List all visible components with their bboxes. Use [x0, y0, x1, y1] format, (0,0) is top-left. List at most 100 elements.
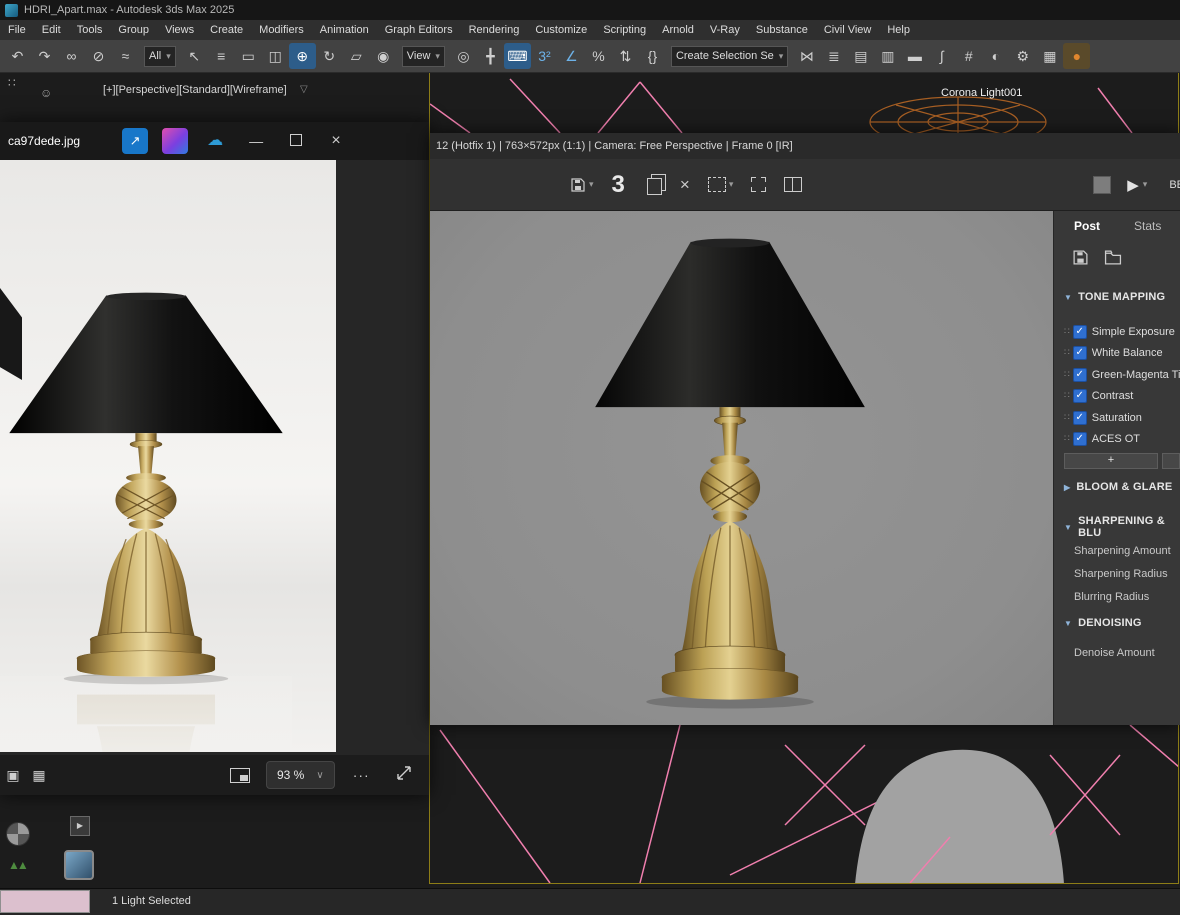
drag-grip-icon[interactable]	[1064, 347, 1070, 358]
select-and-rotate-icon[interactable]: ↻	[316, 43, 343, 69]
load-config-icon[interactable]	[1104, 249, 1122, 269]
snaps-toggle-icon[interactable]: 3²	[531, 43, 558, 69]
photos-titlebar[interactable]: ca97dede.jpg ↗ ☁ — ×	[0, 122, 429, 160]
menu-file[interactable]: File	[0, 20, 34, 40]
menu-graph-editors[interactable]: Graph Editors	[377, 20, 461, 40]
selection-filter-dropdown[interactable]: All ▾	[144, 45, 176, 67]
render-production-icon[interactable]: ●	[1063, 43, 1091, 69]
checkbox-checked-icon[interactable]	[1072, 324, 1087, 339]
ab-compare-icon[interactable]	[784, 177, 803, 192]
menu-civil-view[interactable]: Civil View	[816, 20, 879, 40]
select-by-name-icon[interactable]: ≡	[208, 43, 235, 69]
use-pivot-center-icon[interactable]: ◎	[450, 43, 477, 69]
navigation-wheel-icon[interactable]	[6, 822, 30, 846]
window-titlebar[interactable]: HDRI_Apart.max - Autodesk 3ds Max 2025	[0, 0, 1180, 20]
group-people-icon[interactable]: ☺	[40, 86, 52, 100]
checkbox-checked-icon[interactable]	[1072, 388, 1087, 403]
chevron-down-icon[interactable]: ▾	[1143, 179, 1148, 190]
percent-snap-icon[interactable]: %	[585, 43, 612, 69]
select-and-move-icon[interactable]: ⊕	[288, 43, 316, 69]
coord-system-dropdown[interactable]: View ▾	[401, 45, 445, 67]
photo-canvas[interactable]	[0, 160, 336, 752]
zoom-fit-icon[interactable]	[751, 177, 767, 192]
save-image-icon[interactable]: ▾	[570, 177, 594, 193]
vfb-titlebar[interactable]: 12 (Hotfix 1) | 763×572px (1:1) | Camera…	[430, 133, 1180, 160]
menu-edit[interactable]: Edit	[34, 20, 69, 40]
clear-vfb-icon[interactable]: ×	[680, 175, 690, 195]
menu-vray[interactable]: V-Ray	[702, 20, 748, 40]
drag-grip-icon[interactable]	[1064, 369, 1070, 380]
menu-rendering[interactable]: Rendering	[461, 20, 528, 40]
close-button[interactable]: ×	[316, 122, 356, 160]
checkbox-checked-icon[interactable]	[1072, 345, 1087, 360]
align-icon[interactable]: ≣	[820, 43, 847, 69]
section-bloom-glare[interactable]: ▶ BLOOM & GLARE	[1054, 481, 1180, 493]
menu-customize[interactable]: Customize	[527, 20, 595, 40]
drag-grip-icon[interactable]	[1064, 433, 1070, 444]
vfb-render-canvas[interactable]	[430, 211, 1053, 725]
curve-editor-icon[interactable]: ∫	[928, 43, 955, 69]
drag-grip-icon[interactable]	[1064, 390, 1070, 401]
checkbox-checked-icon[interactable]	[1072, 431, 1087, 446]
drag-grip-icon[interactable]	[1064, 326, 1070, 337]
tone-mapping-item[interactable]: ACES OT	[1054, 430, 1180, 447]
filmstrip-icon[interactable]: ▦	[26, 767, 52, 784]
play-box-icon[interactable]: ▶	[70, 816, 90, 836]
tone-mapping-item[interactable]: White Balance	[1054, 344, 1180, 361]
minimize-button[interactable]: —	[236, 122, 276, 160]
menu-substance[interactable]: Substance	[748, 20, 816, 40]
render-setup-icon[interactable]: ⚙	[1009, 43, 1036, 69]
unlink-selection-icon[interactable]: ⊘	[85, 43, 112, 69]
tone-mapping-item[interactable]: Contrast	[1054, 387, 1180, 404]
fullscreen-icon[interactable]	[396, 765, 412, 786]
ribbon-icon[interactable]: ▬	[901, 43, 928, 69]
select-and-place-icon[interactable]: ◉	[370, 43, 397, 69]
gallery-icon[interactable]: ▣	[0, 767, 26, 784]
named-selection-dropdown[interactable]: Create Selection Se ▾	[670, 45, 789, 67]
viewport-label[interactable]: [+][Perspective][Standard][Wireframe]	[103, 84, 287, 96]
section-denoising[interactable]: ▼ DENOISING	[1054, 617, 1180, 629]
material-editor-icon[interactable]: ◐	[982, 43, 1009, 69]
angle-snap-icon[interactable]: ∠	[558, 43, 585, 69]
region-render-icon[interactable]: ▾	[707, 177, 733, 192]
copy-image-icon[interactable]	[646, 178, 662, 195]
menu-modifiers[interactable]: Modifiers	[251, 20, 312, 40]
section-tone-mapping[interactable]: ▼ TONE MAPPING	[1054, 291, 1180, 303]
layer-explorer-icon[interactable]: ▥	[874, 43, 901, 69]
color-swatch[interactable]	[0, 890, 90, 913]
named-selection-sets-icon[interactable]: {}	[639, 43, 666, 69]
stop-render-icon[interactable]	[1093, 175, 1112, 194]
checkbox-checked-icon[interactable]	[1072, 410, 1087, 425]
add-operator-side-button[interactable]	[1162, 453, 1180, 469]
picture-in-picture-icon[interactable]	[230, 767, 250, 783]
onedrive-icon[interactable]: ☁	[202, 128, 228, 154]
window-crossing-icon[interactable]: ◫	[262, 43, 289, 69]
grid-dots-icon[interactable]: ∷	[8, 76, 16, 90]
select-object-icon[interactable]: ↖	[181, 43, 208, 69]
drag-grip-icon[interactable]	[1064, 412, 1070, 423]
tone-mapping-item[interactable]: Simple Exposure	[1054, 323, 1180, 340]
undo-icon[interactable]: ↶	[4, 43, 31, 69]
add-operator-button[interactable]: +	[1064, 453, 1158, 469]
spinner-snap-icon[interactable]: ⇅	[612, 43, 639, 69]
select-and-scale-icon[interactable]: ▱	[343, 43, 370, 69]
edit-image-icon[interactable]	[162, 128, 189, 154]
share-icon[interactable]: ↗	[122, 128, 149, 154]
menu-group[interactable]: Group	[110, 20, 157, 40]
menu-help[interactable]: Help	[879, 20, 918, 40]
schematic-view-icon[interactable]: #	[955, 43, 982, 69]
menu-animation[interactable]: Animation	[312, 20, 377, 40]
tab-stats[interactable]: Stats	[1134, 219, 1161, 233]
section-sharpening-blur[interactable]: ▼ SHARPENING & BLU	[1054, 515, 1180, 539]
save-config-icon[interactable]	[1072, 249, 1089, 269]
menu-arnold[interactable]: Arnold	[654, 20, 702, 40]
material-swatch-icon[interactable]	[64, 850, 94, 880]
maximize-button[interactable]	[276, 122, 316, 160]
redo-icon[interactable]: ↷	[31, 43, 58, 69]
filter-funnel-icon[interactable]: ▽	[300, 84, 308, 95]
start-interactive-icon[interactable]: ▶	[1127, 176, 1139, 194]
bind-to-spacewarp-icon[interactable]: ≈	[112, 43, 139, 69]
zoom-control[interactable]: 93 % ∨	[266, 761, 335, 789]
keyboard-override-icon[interactable]: ⌨	[503, 43, 531, 69]
select-and-link-icon[interactable]: ∞	[58, 43, 85, 69]
